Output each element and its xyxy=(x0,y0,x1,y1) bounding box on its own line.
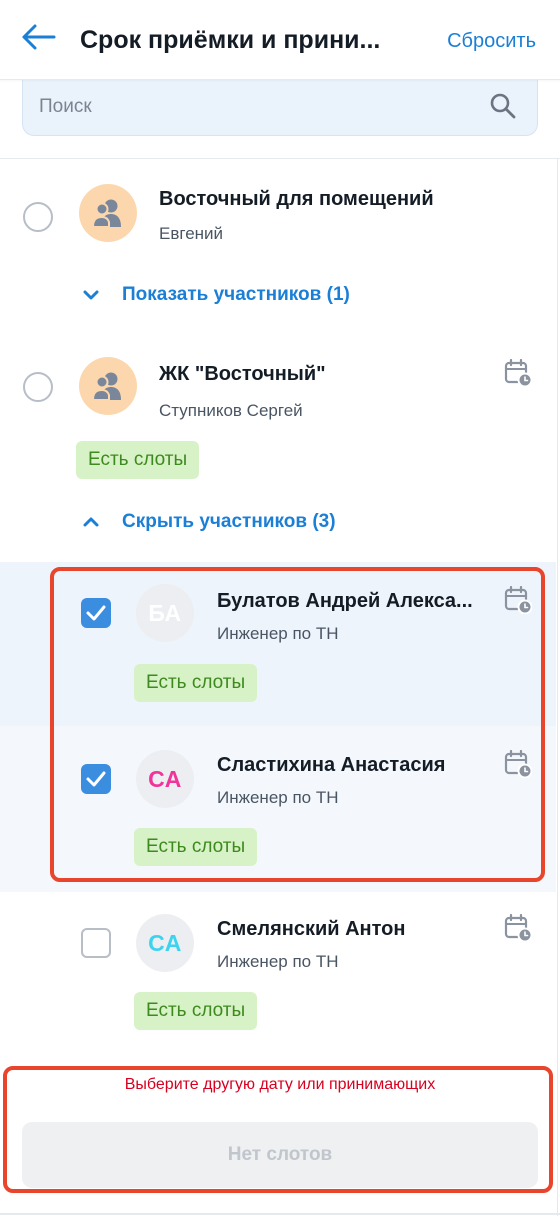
group-name: Восточный для помещений xyxy=(159,188,434,210)
group-name: ЖК "Восточный" xyxy=(159,363,326,385)
search-input[interactable] xyxy=(39,92,479,122)
no-slots-button[interactable]: Нет слотов xyxy=(22,1122,538,1188)
group-avatar-icon xyxy=(91,199,121,228)
chevron-up-icon xyxy=(83,517,99,527)
page-title: Срок приёмки и прини... xyxy=(80,26,381,54)
hide-members-toggle[interactable]: Скрыть участников (3) xyxy=(82,511,336,533)
reset-button[interactable]: Сбросить xyxy=(447,30,536,53)
group-row: ЖК "Восточный" Ступников Сергей Есть сло… xyxy=(0,345,556,560)
chevron-down-icon xyxy=(83,290,99,300)
group-radio[interactable] xyxy=(23,202,53,232)
divider xyxy=(0,158,560,159)
calendar-clock-icon[interactable] xyxy=(504,914,532,942)
selection-highlight-box xyxy=(50,567,545,882)
group-subtitle: Евгений xyxy=(159,224,224,243)
toggle-label: Скрыть участников (3) xyxy=(122,511,336,532)
member-row[interactable]: СА Смелянский Антон Инженер по ТН Есть с… xyxy=(0,892,556,1052)
back-arrow-icon[interactable] xyxy=(20,22,56,52)
group-avatar xyxy=(79,357,137,415)
member-name: Смелянский Антон xyxy=(217,918,406,940)
group-avatar-icon xyxy=(91,372,121,401)
error-message: Выберите другую дату или принимающих xyxy=(124,1076,436,1093)
toggle-label: Показать участников (1) xyxy=(122,284,350,305)
search-bar xyxy=(22,80,538,136)
group-subtitle: Ступников Сергей xyxy=(159,401,303,420)
member-avatar: СА xyxy=(136,914,194,972)
slots-badge: Есть слоты xyxy=(134,992,258,1030)
group-radio[interactable] xyxy=(23,372,53,402)
group-avatar xyxy=(79,184,137,242)
member-checkbox[interactable] xyxy=(81,928,111,958)
group-row: Восточный для помещений Евгений Показать… xyxy=(0,170,556,320)
app-header: Срок приёмки и прини... Сбросить xyxy=(0,0,560,80)
scroll-track xyxy=(557,158,558,1216)
search-icon[interactable] xyxy=(489,92,517,120)
bottom-divider xyxy=(0,1213,560,1215)
calendar-clock-icon[interactable] xyxy=(504,359,532,387)
slots-badge: Есть слоты xyxy=(76,441,200,479)
member-role: Инженер по ТН xyxy=(217,952,339,971)
show-members-toggle[interactable]: Показать участников (1) xyxy=(82,284,350,306)
